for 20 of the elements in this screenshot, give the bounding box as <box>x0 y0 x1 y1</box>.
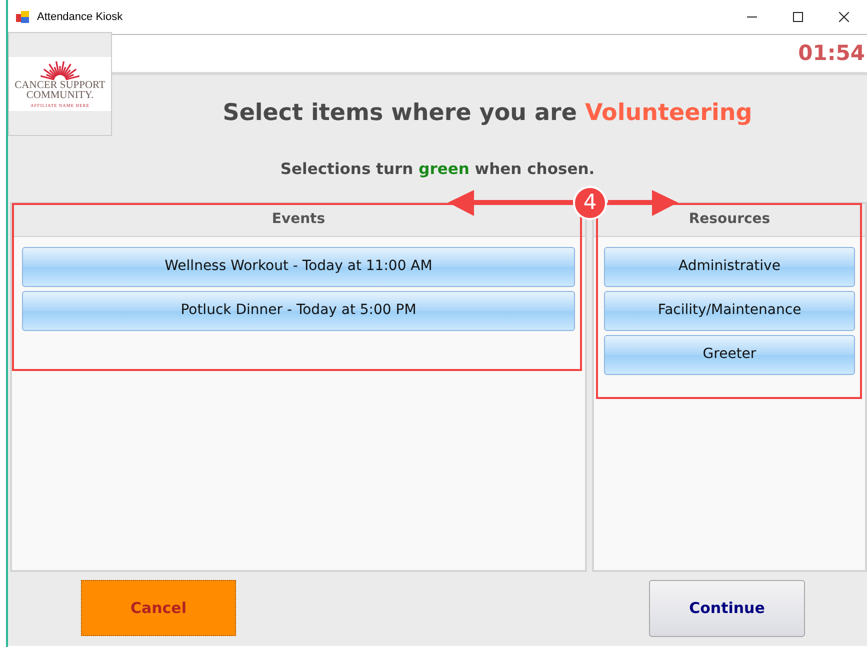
panel-title: Resources <box>688 210 770 230</box>
heading: Select items where you are Volunteering <box>222 100 752 126</box>
item-button[interactable]: Facility/Maintenance <box>604 290 855 331</box>
window-title: Attendance Kiosk <box>37 10 123 25</box>
countdown-timer: 01:54 <box>798 40 866 67</box>
logo-text: COMMUNITY. <box>26 90 94 101</box>
item-button[interactable]: Greeter <box>604 334 855 375</box>
continue-button[interactable]: Continue <box>649 580 805 637</box>
close-icon <box>839 12 849 22</box>
maximize-icon <box>793 12 803 22</box>
item-button[interactable]: Potluck Dinner - Today at 5:00 PM <box>22 290 575 331</box>
sunburst-icon <box>38 58 82 81</box>
step-number: 4 <box>573 186 607 220</box>
item-button[interactable]: Administrative <box>604 246 855 287</box>
app-icon <box>16 10 29 24</box>
instruction-text: Selections turn green when chosen. <box>280 160 595 178</box>
logo-text: CANCER SUPPORT <box>14 80 106 91</box>
item-button[interactable]: Wellness Workout - Today at 11:00 AM <box>22 246 575 287</box>
panel-title: Events <box>272 210 326 230</box>
arrow <box>608 190 678 216</box>
